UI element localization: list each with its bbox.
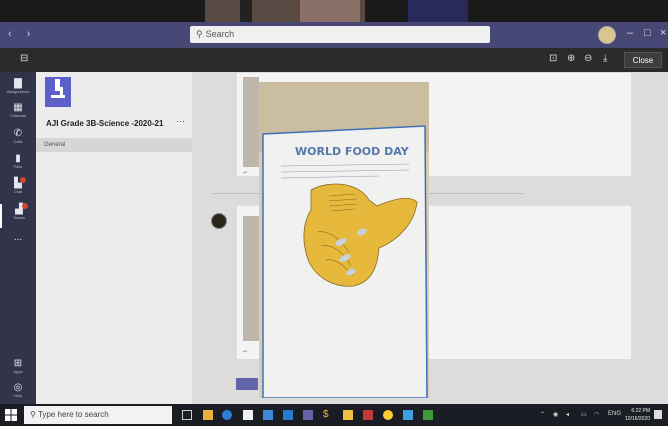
- windows-start-icon[interactable]: [5, 409, 17, 421]
- rail-item-apps[interactable]: ⊞ Apps: [0, 358, 36, 382]
- team-panel: AJI Grade 3B-Science -2020-21 ··· Genera…: [36, 72, 192, 404]
- rail-item-label: Teams: [13, 215, 25, 220]
- file-icon: ▮: [15, 153, 21, 164]
- store-icon[interactable]: [243, 410, 253, 420]
- taskbar-search-input[interactable]: ⚲ Type here to search: [24, 406, 172, 424]
- search-icon: ⚲: [30, 410, 38, 419]
- reply-button[interactable]: [236, 378, 258, 390]
- taskbar-search-placeholder: Type here to search: [37, 410, 109, 419]
- thumbnail-item: [300, 0, 360, 22]
- rail-item-label: Files: [13, 164, 23, 169]
- file-explorer-icon[interactable]: [203, 410, 213, 420]
- more-icon: ...: [13, 232, 23, 243]
- rail-item-chat[interactable]: ▙ Chat: [0, 177, 36, 202]
- tray-chevron-icon[interactable]: ⌃: [540, 411, 545, 418]
- team-more-options-icon[interactable]: ···: [176, 116, 185, 126]
- phone-icon: ✆: [13, 128, 23, 139]
- viewer-image: WORLD FOOD DAY: [259, 82, 429, 398]
- notifications-icon[interactable]: [654, 410, 662, 419]
- network-icon[interactable]: ◉: [553, 411, 558, 418]
- team-logo: [45, 77, 71, 107]
- edge-icon[interactable]: [222, 410, 232, 420]
- search-icon: ⚲: [196, 29, 203, 39]
- clock[interactable]: 6:22 PM 10/16/2020: [625, 407, 650, 423]
- new-messages-divider: [424, 193, 524, 194]
- reply-link[interactable]: ↩: [243, 349, 247, 355]
- fit-screen-icon[interactable]: ⊡: [549, 53, 557, 64]
- reply-link[interactable]: ↩: [243, 170, 247, 176]
- taskbar: ⚲ Type here to search $ ⌃ ◉ ◂ ▭ ◠ ENG 6:…: [0, 404, 668, 426]
- photos-icon[interactable]: [403, 410, 413, 420]
- rail-item-assignments[interactable]: ▇ Assignments: [0, 78, 36, 102]
- rail-more-button[interactable]: ...: [0, 232, 36, 256]
- task-view-icon[interactable]: [182, 410, 192, 420]
- rail-item-files[interactable]: ▮ Files: [0, 153, 36, 177]
- image-viewer-toolbar: ⊟ ⊡ ⊕ ⊖ ⤓ Close: [0, 48, 668, 72]
- thumbnail-item: [408, 0, 468, 22]
- rail-item-calendar[interactable]: ▦ Calendar: [0, 102, 36, 126]
- close-window-icon[interactable]: ×: [660, 27, 666, 39]
- rail-item-calls[interactable]: ✆ Calls: [0, 128, 36, 152]
- clock-time: 6:22 PM: [631, 408, 651, 414]
- excel-icon[interactable]: [423, 410, 433, 420]
- avatar[interactable]: [211, 213, 227, 229]
- notification-badge: [22, 203, 28, 209]
- apps-icon: ⊞: [13, 358, 23, 369]
- app-rail: ▇ Assignments ▦ Calendar ✆ Calls ▮ Files ▙ Ch…: [0, 72, 36, 404]
- rail-item-label: Chat: [13, 189, 23, 194]
- calendar-icon: ▦: [13, 102, 23, 113]
- clock-date: 10/16/2020: [625, 416, 651, 422]
- back-forward-icon[interactable]: ‹ ›: [8, 28, 36, 40]
- post-image[interactable]: [243, 216, 259, 341]
- bell-icon: ▇: [14, 78, 22, 89]
- teams-app-icon[interactable]: [303, 410, 313, 420]
- rail-item-label: Calendar: [9, 113, 27, 118]
- rail-item-help[interactable]: ◎ Help: [0, 382, 36, 406]
- team-name: AJI Grade 3B-Science -2020-21: [46, 119, 164, 128]
- language-indicator[interactable]: ENG: [608, 411, 621, 417]
- channel-general[interactable]: General: [36, 138, 192, 152]
- volume-icon[interactable]: ◂: [566, 411, 569, 418]
- bolt-icon[interactable]: $: [323, 410, 333, 420]
- download-icon[interactable]: ⤓: [603, 53, 607, 64]
- mail-icon[interactable]: [263, 410, 273, 420]
- drawing-title: WORLD FOOD DAY: [295, 145, 410, 158]
- rail-item-label: Calls: [13, 139, 23, 144]
- chrome-icon[interactable]: [383, 410, 393, 420]
- maximize-icon[interactable]: □: [644, 27, 651, 39]
- minimize-icon[interactable]: –: [627, 27, 633, 39]
- post-image[interactable]: [243, 77, 259, 167]
- wifi-icon[interactable]: ◠: [594, 411, 599, 418]
- search-input[interactable]: ⚲ Search: [190, 26, 490, 43]
- sticky-notes-icon[interactable]: [343, 410, 353, 420]
- rail-item-label: Apps: [13, 369, 23, 374]
- app-icon[interactable]: [363, 410, 373, 420]
- profile-avatar[interactable]: [598, 26, 616, 44]
- search-placeholder: Search: [205, 29, 235, 39]
- close-viewer-button[interactable]: Close: [624, 52, 662, 68]
- rail-item-label: Help: [13, 393, 23, 398]
- word-icon[interactable]: [283, 410, 293, 420]
- microscope-icon: [51, 79, 65, 98]
- zoom-in-icon[interactable]: ⊕: [567, 53, 575, 64]
- zoom-out-icon[interactable]: ⊖: [584, 53, 592, 64]
- rail-item-label: Assignments: [6, 89, 30, 94]
- thumbnail-item: [240, 0, 252, 22]
- browser-tab-strip: [0, 0, 668, 22]
- notification-badge: [20, 177, 26, 183]
- world-food-day-drawing: WORLD FOOD DAY: [259, 82, 429, 398]
- title-bar: ‹ › ⚲ Search – □ ×: [0, 22, 668, 48]
- viewer-menu-icon[interactable]: ⊟: [20, 53, 28, 64]
- battery-icon[interactable]: ▭: [581, 411, 587, 418]
- help-icon: ◎: [13, 382, 23, 393]
- rail-item-teams[interactable]: ▟ Teams: [0, 203, 36, 228]
